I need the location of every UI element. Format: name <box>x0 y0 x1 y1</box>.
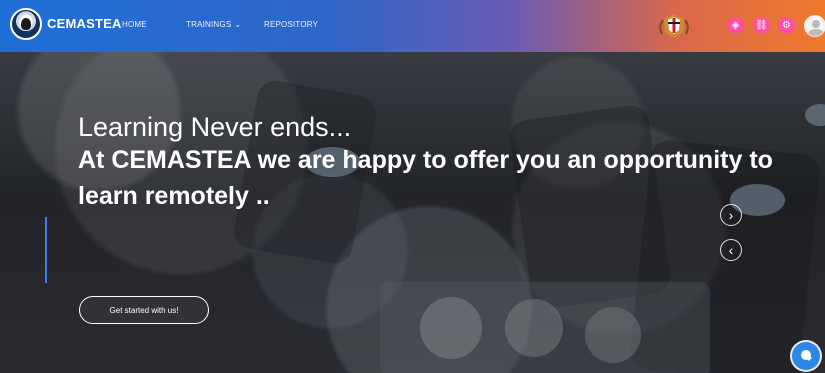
user-avatar[interactable] <box>804 15 825 37</box>
next-slide-button[interactable]: › <box>720 204 742 226</box>
nav-trainings[interactable]: TRAININGS ⌄ <box>186 20 241 29</box>
top-navbar: CEMASTEA HOME TRAININGS ⌄ REPOSITORY ◈ ⛓ … <box>0 0 825 52</box>
diamond-icon[interactable]: ◈ <box>727 17 744 34</box>
brand-name[interactable]: CEMASTEA <box>47 16 122 31</box>
hero-subheading: At CEMASTEA we are happy to offer you an… <box>78 146 773 211</box>
gear-icon[interactable]: ⚙ <box>778 17 795 34</box>
cemastea-logo[interactable] <box>10 8 42 40</box>
coat-of-arms-icon <box>659 14 689 38</box>
link-icon[interactable]: ⛓ <box>753 17 770 34</box>
hero-heading: Learning Never ends... <box>78 112 352 142</box>
prev-slide-button[interactable]: ‹ <box>720 239 742 261</box>
chat-icon[interactable] <box>792 342 820 370</box>
hero-text: Learning Never ends... At CEMASTEA we ar… <box>78 113 825 215</box>
chevron-down-icon: ⌄ <box>234 20 242 29</box>
get-started-button[interactable]: Get started with us! <box>79 296 209 324</box>
hero-accent-bar <box>45 217 47 283</box>
nav-repository[interactable]: REPOSITORY <box>264 20 318 29</box>
nav-home[interactable]: HOME <box>122 20 147 29</box>
